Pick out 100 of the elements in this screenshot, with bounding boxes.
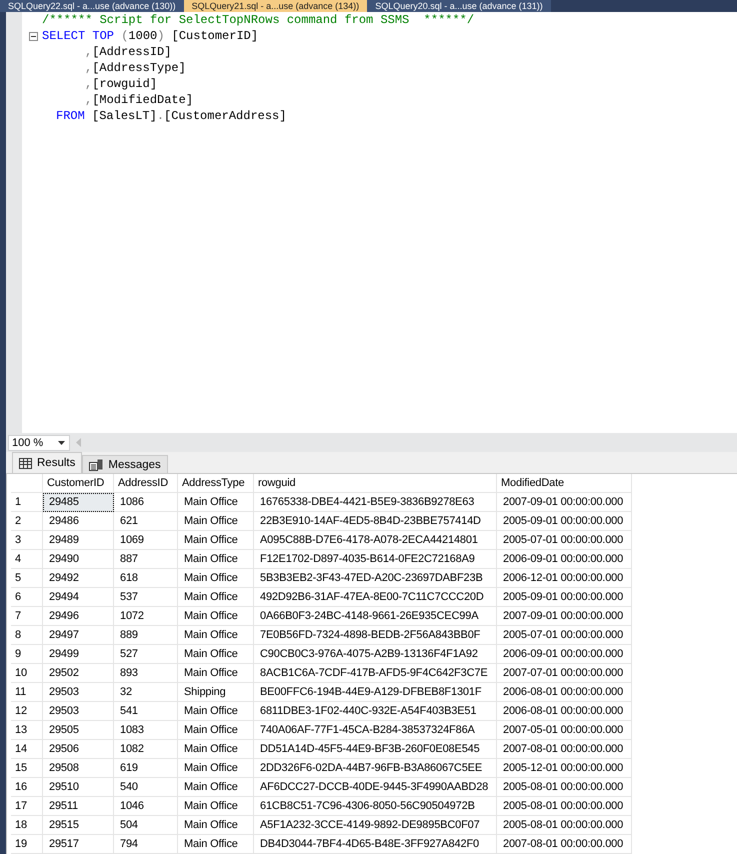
- column-header[interactable]: AddressType: [178, 474, 254, 493]
- table-cell: 621: [114, 512, 178, 531]
- table-cell: 740A06AF-77F1-45CA-B284-38537324F86A: [254, 721, 497, 740]
- table-cell: 29515: [43, 816, 114, 835]
- row-number: 14: [11, 740, 43, 759]
- table-cell: AF6DCC27-DCCB-40DE-9445-3F4990AABD28: [254, 778, 497, 797]
- table-cell: Main Office: [178, 664, 254, 683]
- code-line: ,[ModifiedDate]: [85, 93, 194, 107]
- table-cell: Main Office: [178, 721, 254, 740]
- table-cell: Main Office: [178, 702, 254, 721]
- table-cell: 2DD326F6-02DA-44B7-96FB-B3A86067C5EE: [254, 759, 497, 778]
- collapse-icon[interactable]: [29, 32, 38, 41]
- table-cell: A5F1A232-3CCE-4149-9892-DE9895BC0F07: [254, 816, 497, 835]
- table-cell: 8ACB1C6A-7CDF-417B-AFD5-9F4C642F3C7E: [254, 664, 497, 683]
- table-cell: 537: [114, 588, 178, 607]
- table-cell: 2007-07-01 00:00:00.000: [497, 664, 632, 683]
- table-cell: 22B3E910-14AF-4ED5-8B4D-23BBE757414D: [254, 512, 497, 531]
- row-number: 18: [11, 816, 43, 835]
- row-number: 15: [11, 759, 43, 778]
- column-header[interactable]: CustomerID: [43, 474, 114, 493]
- table-cell: 29503: [43, 683, 114, 702]
- table-cell: 794: [114, 835, 178, 854]
- table-cell: 540: [114, 778, 178, 797]
- table-cell: 29494: [43, 588, 114, 607]
- table-cell: 1083: [114, 721, 178, 740]
- table-cell: 2005-09-01 00:00:00.000: [497, 512, 632, 531]
- table-cell: 1072: [114, 607, 178, 626]
- document-tab[interactable]: SQLQuery21.sql - a...use (advance (134)): [184, 0, 368, 12]
- table-cell: Main Office: [178, 607, 254, 626]
- table-cell: Main Office: [178, 512, 254, 531]
- table-cell: 29505: [43, 721, 114, 740]
- table-cell: 2006-09-01 00:00:00.000: [497, 645, 632, 664]
- table-cell: 6811DBE3-1F02-440C-932E-A54F403B3E51: [254, 702, 497, 721]
- table-cell: Main Office: [178, 531, 254, 550]
- table-cell: Main Office: [178, 550, 254, 569]
- table-cell: 29503: [43, 702, 114, 721]
- table-cell: 618: [114, 569, 178, 588]
- table-cell: Main Office: [178, 493, 254, 512]
- table-cell: Main Office: [178, 816, 254, 835]
- table-cell: 1069: [114, 531, 178, 550]
- table-cell: 2005-08-01 00:00:00.000: [497, 816, 632, 835]
- code-line: /****** Script for SelectTopNRows command from SSMS ******/: [42, 13, 474, 27]
- code-line: FROM [SalesLT].[CustomerAddress]: [56, 109, 286, 123]
- results-tab[interactable]: Results: [12, 452, 82, 473]
- table-cell: 619: [114, 759, 178, 778]
- table-cell: 29490: [43, 550, 114, 569]
- row-number: 17: [11, 797, 43, 816]
- table-cell: Main Office: [178, 588, 254, 607]
- row-number: 19: [11, 835, 43, 854]
- document-tab[interactable]: SQLQuery20.sql - a...use (advance (131)): [367, 0, 551, 12]
- row-number: 8: [11, 626, 43, 645]
- row-number: 11: [11, 683, 43, 702]
- row-number: 9: [11, 645, 43, 664]
- table-cell: 29510: [43, 778, 114, 797]
- table-cell: 2005-07-01 00:00:00.000: [497, 626, 632, 645]
- table-cell: 1046: [114, 797, 178, 816]
- table-cell: BE00FFC6-194B-44E9-A129-DFBEB8F1301F: [254, 683, 497, 702]
- row-number: 10: [11, 664, 43, 683]
- table-cell: 2007-09-01 00:00:00.000: [497, 607, 632, 626]
- row-number: 2: [11, 512, 43, 531]
- table-cell: Main Office: [178, 569, 254, 588]
- column-header[interactable]: AddressID: [114, 474, 178, 493]
- row-number: 16: [11, 778, 43, 797]
- table-cell: 2006-08-01 00:00:00.000: [497, 702, 632, 721]
- table-cell: Main Office: [178, 778, 254, 797]
- table-cell: Shipping: [178, 683, 254, 702]
- code-line: SELECT TOP (1000) [CustomerID]: [42, 29, 258, 43]
- table-cell: 16765338-DBE4-4421-B5E9-3836B9278E63: [254, 493, 497, 512]
- column-header[interactable]: ModifiedDate: [497, 474, 632, 493]
- table-cell: 29496: [43, 607, 114, 626]
- row-number: 7: [11, 607, 43, 626]
- column-header[interactable]: rowguid: [254, 474, 497, 493]
- table-cell: Main Office: [178, 797, 254, 816]
- grid-icon: [19, 458, 32, 468]
- row-number: 5: [11, 569, 43, 588]
- table-cell: 29486: [43, 512, 114, 531]
- table-cell: 2006-08-01 00:00:00.000: [497, 683, 632, 702]
- table-cell: Main Office: [178, 626, 254, 645]
- results-tab[interactable]: Messages: [82, 455, 168, 473]
- table-cell: 527: [114, 645, 178, 664]
- zoom-dropdown[interactable]: 100 %: [8, 434, 70, 450]
- table-cell: 61CB8C51-7C96-4306-8050-56C90504972B: [254, 797, 497, 816]
- table-cell: C90CB0C3-976A-4075-A2B9-13136F4F1A92: [254, 645, 497, 664]
- table-cell: 541: [114, 702, 178, 721]
- table-cell: 504: [114, 816, 178, 835]
- table-cell: 29499: [43, 645, 114, 664]
- table-cell: 889: [114, 626, 178, 645]
- table-cell: 32: [114, 683, 178, 702]
- document-tab[interactable]: SQLQuery22.sql - a...use (advance (130)): [0, 0, 184, 12]
- table-cell: 2007-08-01 00:00:00.000: [497, 740, 632, 759]
- table-cell: 29506: [43, 740, 114, 759]
- table-cell: 29497: [43, 626, 114, 645]
- table-cell: Main Office: [178, 645, 254, 664]
- table-cell: F12E1702-D897-4035-B614-0FE2C72168A9: [254, 550, 497, 569]
- row-number: 6: [11, 588, 43, 607]
- table-cell: 5B3B3EB2-3F43-47ED-A20C-23697DABF23B: [254, 569, 497, 588]
- table-cell: 29508: [43, 759, 114, 778]
- table-cell: DB4D3044-7BF4-4D65-B48E-3FF927A842F0: [254, 835, 497, 854]
- table-cell: Main Office: [178, 759, 254, 778]
- table-cell: 2005-08-01 00:00:00.000: [497, 778, 632, 797]
